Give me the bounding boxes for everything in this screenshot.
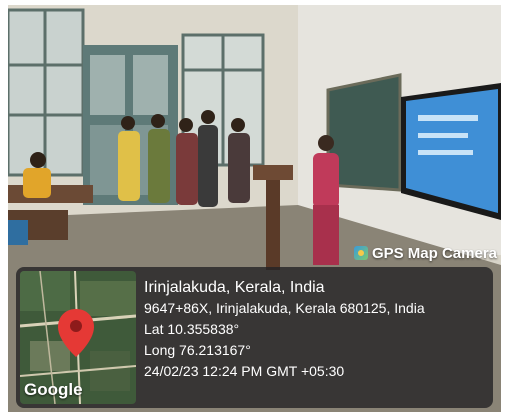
location-details: Irinjalakuda, Kerala, India 9647+86X, Ir… <box>144 277 425 382</box>
longitude: Long 76.213167° <box>144 342 251 358</box>
photo-frame: GPS Map Camera Google Irinjalakuda, Kera… <box>8 5 501 412</box>
datetime: 24/02/23 12:24 PM GMT +05:30 <box>144 363 345 379</box>
latitude: Lat 10.355838° <box>144 321 240 337</box>
address: 9647+86X, Irinjalakuda, Kerala 680125, I… <box>144 300 425 316</box>
gps-map-camera-label: GPS Map Camera <box>353 243 497 263</box>
location-info-card: Google Irinjalakuda, Kerala, India 9647+… <box>16 267 493 408</box>
gps-camera-logo-icon <box>353 246 368 260</box>
map-thumbnail: Google <box>20 271 136 404</box>
location-title: Irinjalakuda, Kerala, India <box>144 279 325 296</box>
gps-app-name: GPS Map Camera <box>371 244 497 262</box>
google-logo: Google <box>24 380 83 399</box>
